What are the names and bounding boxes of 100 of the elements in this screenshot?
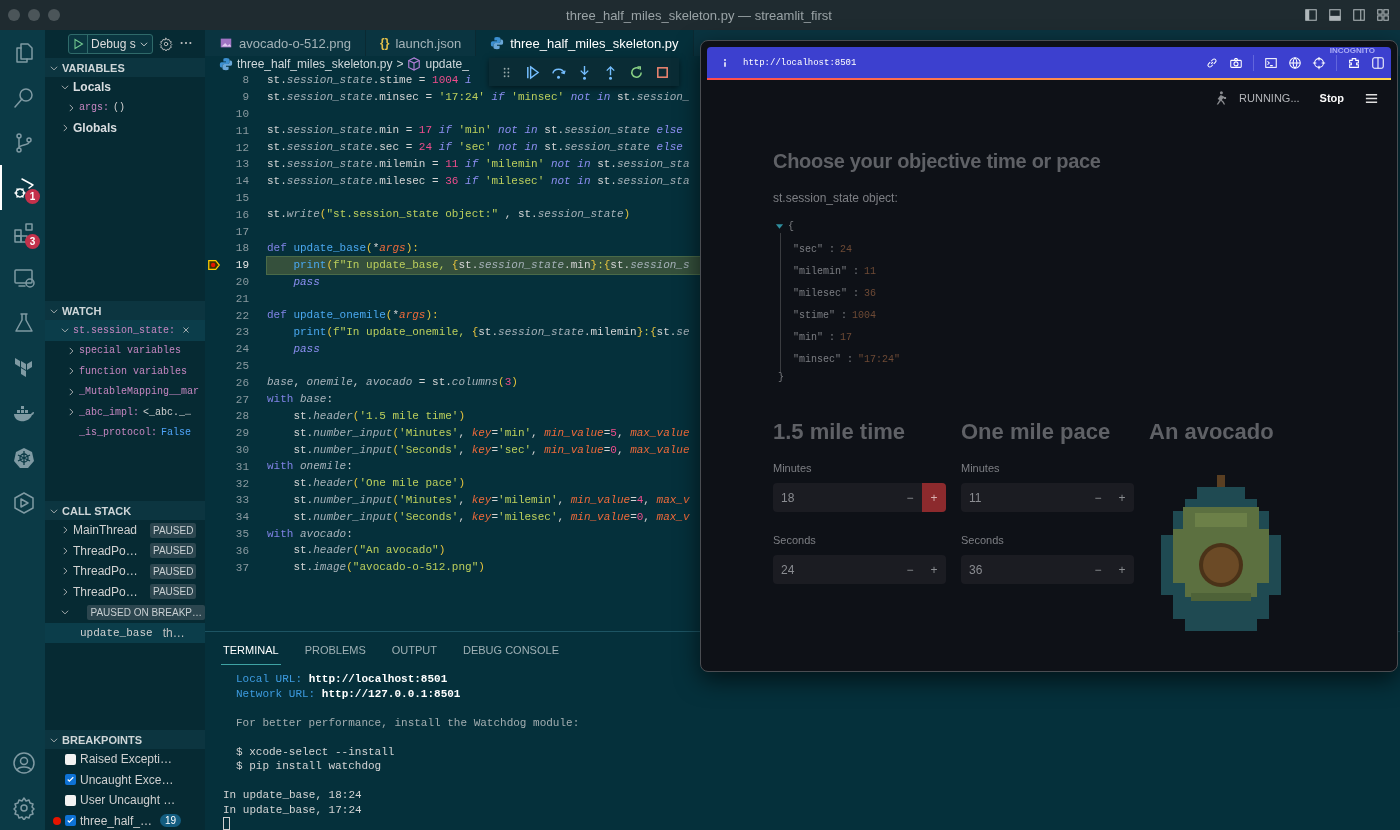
run-configuration-dropdown[interactable]: Debug s: [68, 34, 153, 54]
continue-icon[interactable]: [524, 64, 540, 80]
variable-name[interactable]: special variables: [79, 345, 182, 357]
number-input[interactable]: 24 − +: [773, 555, 946, 584]
number-input[interactable]: 18 − +: [773, 483, 946, 512]
sidebar-toggle-icon[interactable]: [1304, 8, 1318, 22]
line-number: 37: [234, 561, 249, 574]
terminal-line: $ pip install watchdog: [236, 759, 383, 774]
settings-icon[interactable]: [158, 37, 173, 51]
checkbox[interactable]: [65, 794, 76, 806]
checkbox[interactable]: [65, 815, 76, 827]
caret-down-icon[interactable]: [775, 222, 784, 230]
run-debug-icon[interactable]: [11, 175, 36, 200]
editor-tab[interactable]: three_half_miles_skeleton.py: [476, 30, 694, 56]
helm-wheel-icon[interactable]: [11, 445, 36, 470]
breakpoint-label[interactable]: User Uncaught …: [80, 793, 176, 808]
stack-frame[interactable]: update_base th…: [45, 622, 205, 643]
thread-name[interactable]: ThreadPo…: [73, 584, 150, 599]
variable-name[interactable]: args:: [79, 102, 109, 114]
increment-button[interactable]: +: [922, 555, 946, 584]
json-key: "milemin" :: [793, 265, 859, 277]
code-line: st.number_input('Minutes', key='milemin', min_value=4, max_v: [292, 492, 690, 508]
stop-icon[interactable]: [654, 64, 670, 80]
layout-grid-icon[interactable]: [1376, 8, 1390, 22]
line-number: 20: [234, 275, 249, 288]
thread-name[interactable]: ThreadPo…: [73, 564, 150, 579]
section-title[interactable]: WATCH: [62, 304, 102, 317]
chevron-right-icon[interactable]: [60, 586, 70, 597]
number-input[interactable]: 11 − +: [961, 483, 1134, 512]
scope-label[interactable]: Globals: [73, 121, 117, 136]
number-input[interactable]: 36 − +: [961, 555, 1134, 584]
field-label: Minutes: [773, 462, 813, 476]
breakpoint-label[interactable]: three_half_…: [80, 813, 153, 828]
stop-button[interactable]: Stop: [1311, 92, 1352, 104]
panel-tab[interactable]: PROBLEMS: [302, 644, 368, 665]
breakpoint-label[interactable]: Raised Excepti…: [80, 752, 173, 767]
decrement-button[interactable]: −: [1086, 483, 1110, 512]
increment-button[interactable]: +: [1110, 555, 1134, 584]
camera-icon[interactable]: [1229, 55, 1243, 70]
chevron-right-icon[interactable]: [66, 407, 76, 418]
chevron-right-icon[interactable]: [60, 545, 70, 556]
secondary-sidebar-icon[interactable]: [1352, 8, 1366, 22]
status-badge: PAUSED: [150, 522, 197, 538]
chevron-right-icon[interactable]: [66, 386, 76, 397]
variable-name[interactable]: function variables: [79, 365, 188, 377]
crosshair-icon[interactable]: [1312, 55, 1326, 70]
breadcrumb-item[interactable]: three_half_miles_skeleton.py: [237, 57, 393, 71]
chevron-right-icon[interactable]: [66, 102, 76, 113]
link-icon[interactable]: [1205, 55, 1219, 70]
python-file-icon: [490, 36, 505, 50]
settings-icon[interactable]: [11, 795, 36, 820]
column-header: 1.5 mile time: [773, 419, 907, 446]
chevron-right-icon[interactable]: [60, 566, 70, 577]
decrement-button[interactable]: −: [898, 555, 922, 584]
line-number: 33: [234, 494, 249, 507]
chevron-right-icon[interactable]: [60, 123, 70, 134]
panel-tab[interactable]: TERMINAL: [221, 644, 281, 665]
code-line: st.session_state.milemin = 11 if 'milemin' not in st.session_sta: [267, 157, 690, 172]
body-text: st.session_state object:: [773, 191, 899, 205]
chevron-right-icon[interactable]: [66, 345, 76, 356]
checkbox[interactable]: [65, 753, 76, 765]
play-icon[interactable]: [72, 38, 84, 50]
decrement-button[interactable]: −: [898, 483, 922, 512]
globe-icon[interactable]: [1288, 55, 1302, 70]
variable-name[interactable]: _abc_impl:: [79, 406, 139, 418]
cube-icon: [407, 57, 422, 71]
thread-name[interactable]: ThreadPo…: [73, 543, 150, 558]
sidebar-icon[interactable]: [1371, 55, 1385, 70]
decrement-button[interactable]: −: [1086, 555, 1110, 584]
editor-tab[interactable]: avocado-o-512.png: [205, 30, 367, 56]
increment-button[interactable]: +: [1110, 483, 1134, 512]
line-number: 11: [234, 124, 249, 137]
variable-name[interactable]: _MutableMapping__mar: [79, 386, 200, 398]
panel-toggle-icon[interactable]: [1328, 8, 1342, 22]
hexagon-play-icon[interactable]: [11, 490, 36, 515]
line-number: 25: [234, 359, 249, 372]
scope-label[interactable]: Locals: [73, 80, 111, 95]
variable-name[interactable]: _is_protocol:: [79, 427, 157, 439]
line-number: 27: [234, 393, 249, 406]
terminal-icon[interactable]: [1264, 55, 1278, 70]
restart-icon[interactable]: [628, 64, 644, 80]
account-icon[interactable]: [11, 750, 36, 775]
chevron-right-icon[interactable]: [66, 366, 76, 377]
json-key: "minsec" :: [793, 353, 853, 365]
line-number: 24: [234, 343, 249, 356]
code-line: pass: [292, 274, 320, 290]
checkbox[interactable]: [65, 774, 76, 786]
thread-name[interactable]: MainThread: [73, 523, 150, 538]
panel-tab[interactable]: OUTPUT: [389, 644, 439, 665]
line-number: 21: [234, 292, 249, 305]
panel-tab[interactable]: DEBUG CONSOLE: [461, 644, 561, 665]
breakpoint-label[interactable]: Uncaught Exce…: [80, 772, 174, 787]
extensions-icon[interactable]: [11, 220, 36, 245]
chevron-right-icon[interactable]: [60, 525, 70, 536]
code-line: st.number_input('Seconds', key='sec', min_value=0, max_value: [292, 442, 690, 458]
address-bar[interactable]: http://localhost:8501: [743, 57, 1193, 68]
extension-puzzle-icon[interactable]: [1347, 55, 1361, 70]
increment-button[interactable]: +: [922, 483, 946, 512]
search-icon[interactable]: [11, 85, 36, 110]
breadcrumb-item[interactable]: update_: [425, 57, 469, 71]
